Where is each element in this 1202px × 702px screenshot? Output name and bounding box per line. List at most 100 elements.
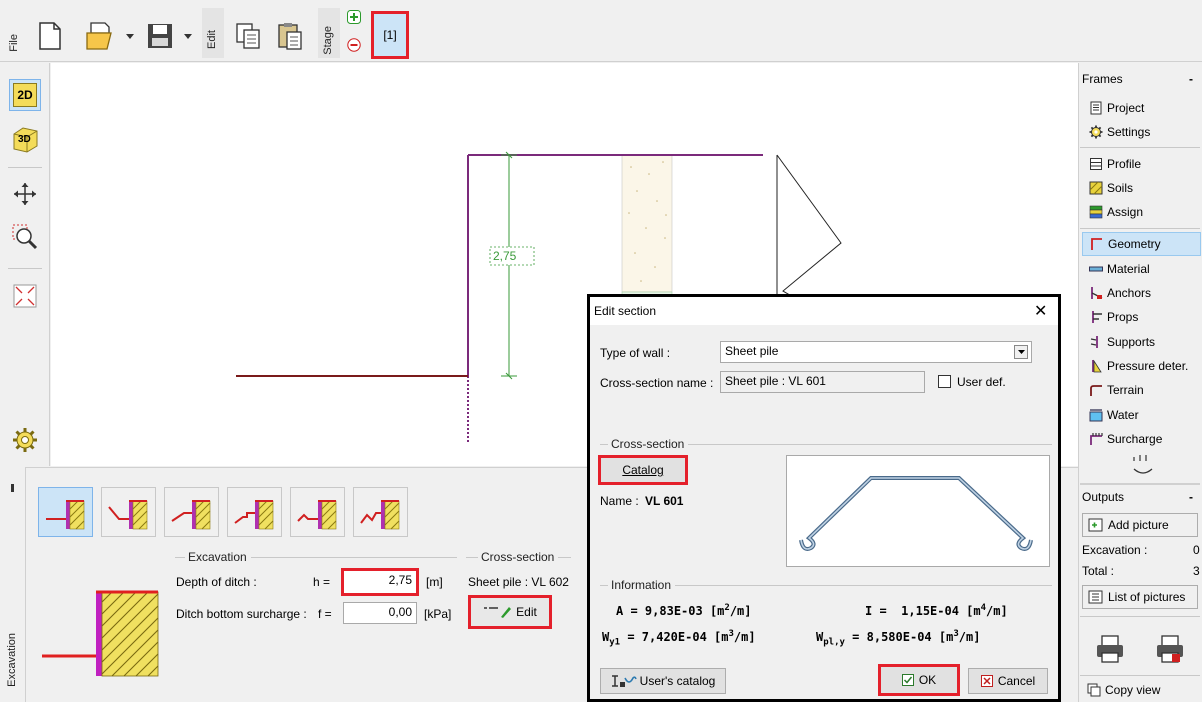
chevron-down-icon	[1017, 350, 1025, 354]
info-inertia: I = 1,15E-04 [m4/m]	[865, 603, 1008, 618]
frame-item-settings[interactable]: Settings	[1089, 120, 1201, 144]
open-file-button[interactable]	[84, 18, 120, 54]
bottom-panel-title: Excavation	[6, 633, 18, 687]
outputs-separator	[1080, 616, 1200, 617]
add-picture-button[interactable]: Add picture	[1082, 513, 1198, 537]
cancel-button[interactable]: Cancel	[968, 668, 1048, 694]
bottom-panel-pin[interactable]	[11, 484, 14, 492]
soil-block	[621, 154, 673, 293]
list-of-pictures-button[interactable]: List of pictures	[1082, 585, 1198, 609]
frame-item-water[interactable]: Water	[1089, 403, 1201, 427]
frame-item-geometry[interactable]: Geometry	[1082, 232, 1201, 256]
copy-button[interactable]	[230, 18, 266, 54]
paste-icon	[278, 23, 302, 50]
cross-section-value: Sheet pile : VL 602	[468, 575, 569, 589]
frame-item-assign[interactable]: Assign	[1089, 200, 1201, 224]
user-def-checkbox[interactable]	[938, 375, 951, 388]
view-2d-button[interactable]: 2D	[9, 79, 41, 111]
edit-cross-section-button[interactable]: Edit	[468, 595, 552, 629]
excavation-type-1-icon	[45, 500, 84, 530]
outputs-excavation-count: 0	[1193, 543, 1200, 557]
dimension-label: 2,75	[493, 249, 517, 263]
section-name-label: Name :	[600, 494, 639, 508]
terrain-icon	[1090, 385, 1102, 396]
edit-menu-label[interactable]: Edit	[206, 30, 218, 49]
chevron-down-icon	[126, 33, 134, 39]
sheet-pile-profile-drawing	[799, 476, 1033, 551]
printer-icon	[1097, 635, 1123, 663]
outputs-total-count: 3	[1193, 564, 1200, 578]
stage-1-tab[interactable]: [1]	[371, 11, 409, 59]
outputs-collapse-button[interactable]: -	[1189, 490, 1193, 504]
file-menu-label[interactable]: File	[8, 34, 20, 52]
section-preview	[786, 455, 1050, 567]
frame-item-soils[interactable]: Soils	[1089, 176, 1201, 200]
frames-more-indicator[interactable]	[1128, 453, 1158, 483]
excavation-group-title: Excavation	[185, 550, 251, 564]
save-file-button[interactable]	[142, 18, 178, 54]
copy-view-button[interactable]: Copy view	[1082, 678, 1194, 702]
users-catalog-button[interactable]: User's catalog	[600, 668, 726, 694]
excavation-type-4-button[interactable]	[227, 487, 282, 537]
fit-view-button[interactable]	[9, 280, 41, 312]
frame-item-profile[interactable]: Profile	[1089, 152, 1201, 176]
list-icon	[1088, 590, 1103, 604]
print-preview-button[interactable]	[1145, 627, 1195, 671]
type-of-wall-select[interactable]: Sheet pile	[720, 341, 1032, 363]
remove-stage-button[interactable]	[346, 37, 362, 53]
edit-section-dialog: Edit section ✕ Type of wall : Sheet pile…	[587, 294, 1061, 702]
supports-icon	[1090, 336, 1098, 348]
zoom-button[interactable]	[9, 221, 41, 253]
excavation-type-6-icon	[359, 500, 399, 530]
catalog-profile-icon	[611, 675, 637, 687]
frames-separator	[1080, 147, 1200, 148]
excavation-type-6-button[interactable]	[353, 487, 408, 537]
gear-icon	[13, 428, 37, 452]
type-of-wall-label: Type of wall :	[600, 346, 671, 360]
surcharge-input[interactable]: 0,00	[343, 602, 417, 624]
user-def-label: User def.	[957, 375, 1006, 389]
excavation-type-1-button[interactable]	[38, 487, 93, 537]
info-section-modulus: Wy1 = 7,420E-04 [m3/m]	[602, 629, 756, 648]
frames-collapse-button[interactable]: -	[1189, 72, 1193, 86]
frames-separator	[1080, 228, 1200, 229]
paste-button[interactable]	[272, 18, 308, 54]
cross-section-name-field: Sheet pile : VL 601	[720, 371, 925, 393]
ok-button[interactable]: OK	[878, 664, 960, 696]
frame-item-surcharge[interactable]: Surcharge	[1089, 427, 1201, 451]
view-3d-button[interactable]: 3D	[9, 124, 41, 156]
dialog-close-button[interactable]: ✕	[1034, 301, 1047, 321]
dialog-title: Edit section	[594, 304, 657, 318]
plus-icon	[347, 10, 361, 24]
add-stage-button[interactable]	[346, 9, 362, 25]
cross-section-name-label: Cross-section name :	[600, 376, 714, 390]
excavation-type-3-button[interactable]	[164, 487, 219, 537]
select-dropdown-arrow[interactable]	[1014, 345, 1028, 359]
frame-item-material[interactable]: Material	[1089, 257, 1201, 281]
stage-menu-label[interactable]: Stage	[322, 26, 334, 55]
depth-of-ditch-input[interactable]: 2,75	[341, 568, 419, 596]
frame-item-anchors[interactable]: Anchors	[1089, 281, 1201, 305]
excavation-type-5-button[interactable]	[290, 487, 345, 537]
open-dropdown-arrow[interactable]	[124, 30, 136, 42]
stage-1-label: [1]	[383, 28, 397, 42]
pan-button[interactable]	[9, 178, 41, 210]
new-file-button[interactable]	[32, 18, 68, 54]
document-icon	[1090, 101, 1102, 115]
frame-item-terrain[interactable]: Terrain	[1089, 378, 1201, 402]
edit-pencil-icon	[484, 607, 512, 618]
print-button[interactable]	[1085, 627, 1135, 671]
frame-item-props[interactable]: Props	[1089, 305, 1201, 329]
frame-item-supports[interactable]: Supports	[1089, 330, 1201, 354]
frame-item-project[interactable]: Project	[1089, 96, 1201, 120]
dialog-cross-section-group-title: Cross-section	[608, 437, 689, 451]
settings-button[interactable]	[9, 424, 41, 456]
fit-view-icon	[13, 284, 37, 308]
depth-unit: [m]	[426, 575, 443, 589]
move-arrows-icon	[14, 183, 36, 205]
catalog-button[interactable]: Catalog	[598, 455, 688, 485]
frame-item-pressure-deter[interactable]: Pressure deter.	[1089, 354, 1201, 378]
excavation-type-2-button[interactable]	[101, 487, 156, 537]
save-dropdown-arrow[interactable]	[182, 30, 194, 42]
assign-icon	[1089, 205, 1103, 219]
